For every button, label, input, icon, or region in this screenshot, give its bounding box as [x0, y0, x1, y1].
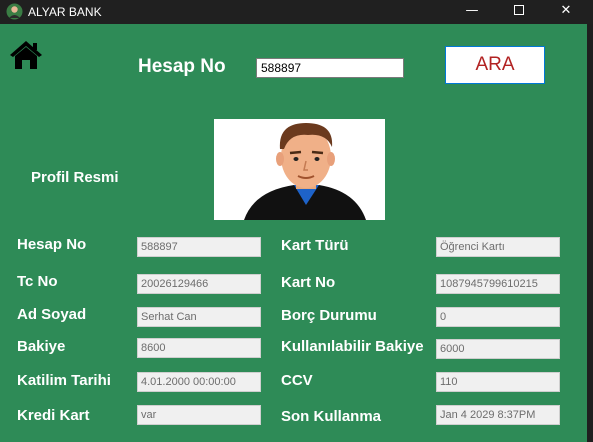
card-type-field[interactable]: Öğrenci Kartı — [436, 237, 560, 257]
close-icon: ✕ — [560, 3, 572, 18]
account-number-field[interactable]: 588897 — [137, 237, 261, 257]
credit-card-label: Kredi Kart — [17, 407, 90, 424]
bank-app-icon — [6, 3, 23, 20]
card-type-label: Kart Türü — [281, 237, 349, 254]
card-number-label: Kart No — [281, 274, 336, 291]
expiry-date-field[interactable]: Jan 4 2029 8:37PM — [436, 405, 560, 425]
home-icon[interactable] — [9, 40, 43, 70]
account-number-label: Hesap No — [17, 236, 87, 253]
tc-number-label: Tc No — [17, 273, 58, 290]
ccv-field[interactable]: 110 — [436, 372, 560, 392]
profile-picture — [214, 119, 385, 220]
tc-number-field[interactable]: 20026129466 — [137, 274, 261, 294]
account-number-search-input[interactable] — [256, 58, 404, 78]
window-title: ALYAR BANK — [28, 5, 102, 19]
full-name-label: Ad Soyad — [17, 306, 87, 323]
full-name-field[interactable]: Serhat Can — [137, 307, 261, 327]
credit-card-field[interactable]: var — [137, 405, 261, 425]
balance-field[interactable]: 8600 — [137, 338, 261, 358]
debt-status-field[interactable]: 0 — [436, 307, 560, 327]
close-button[interactable]: ✕ — [543, 0, 589, 24]
minimize-icon: — — [465, 3, 479, 18]
title-bar: ALYAR BANK — ✕ — [0, 0, 593, 24]
balance-label: Bakiye — [17, 338, 66, 355]
available-balance-label: Kullanılabilir Bakiye — [281, 338, 424, 355]
debt-status-label: Borç Durumu — [281, 307, 377, 324]
expiry-date-label: Son Kullanma — [281, 408, 382, 425]
maximize-button[interactable] — [496, 0, 542, 24]
minimize-button[interactable]: — — [449, 0, 495, 24]
join-date-label: Katilim Tarihi — [17, 372, 111, 389]
person-avatar-illustration — [244, 123, 366, 220]
search-button[interactable]: ARA — [445, 46, 545, 84]
profile-picture-label: Profil Resmi — [31, 169, 119, 186]
maximize-icon — [514, 4, 524, 15]
search-account-label: Hesap No — [138, 56, 226, 77]
main-form: Hesap No ARA Profil Resmi Hesap No 58889… — [0, 24, 587, 442]
available-balance-field[interactable]: 6000 — [436, 339, 560, 359]
card-number-field[interactable]: 1087945799610215 — [436, 274, 560, 294]
ccv-label: CCV — [281, 372, 313, 389]
join-date-field[interactable]: 4.01.2000 00:00:00 — [137, 372, 261, 392]
